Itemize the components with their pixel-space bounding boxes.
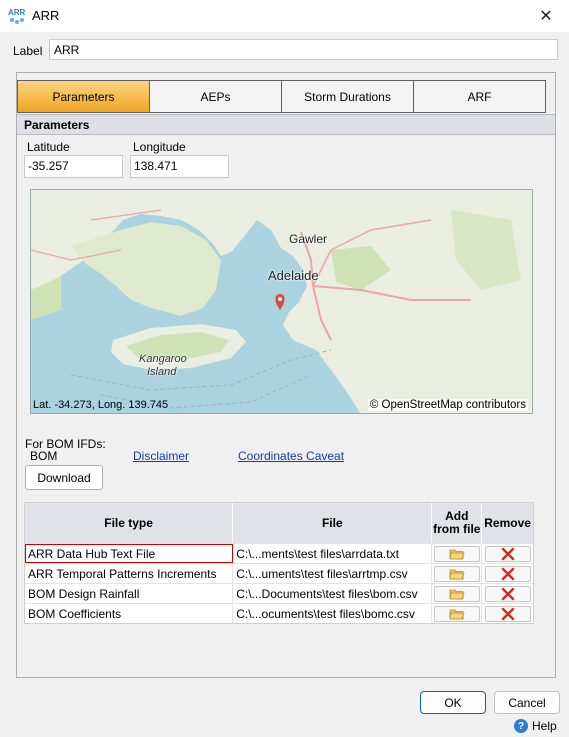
latitude-input[interactable]: -35.257 [24, 155, 123, 178]
header-add-from-file[interactable]: Add from file [432, 503, 483, 543]
folder-open-icon [449, 589, 465, 599]
table-row[interactable]: ARR Data Hub Text File C:\...ments\test … [25, 543, 533, 563]
red-x-icon [501, 567, 514, 580]
add-from-file-button[interactable] [433, 585, 480, 602]
map-cursor-readout: Lat. -34.273, Long. 139.745 [33, 399, 169, 411]
close-icon: ✕ [539, 8, 553, 25]
table-header: File type File Add from file Remove [25, 503, 533, 543]
map-label-adelaide: Adelaide [268, 268, 319, 283]
add-from-file-button[interactable] [433, 565, 480, 582]
location-map[interactable]: Gawler Adelaide Kangaroo Island Lat. -34… [30, 189, 533, 414]
folder-open-icon [449, 549, 465, 559]
file-path-cell[interactable]: C:\...Documents\test files\bom.csv [233, 584, 433, 603]
cancel-button[interactable]: Cancel [494, 691, 560, 714]
map-label-kangaroo: Kangaroo [139, 353, 187, 365]
add-from-file-button[interactable] [433, 605, 480, 622]
label-caption: Label [13, 44, 43, 58]
folder-open-icon [449, 609, 465, 619]
remove-button[interactable] [484, 545, 531, 562]
map-graphic [31, 190, 532, 413]
file-path-cell[interactable]: C:\...ocuments\test files\bomc.csv [233, 604, 433, 623]
remove-button[interactable] [484, 565, 531, 582]
label-input[interactable] [49, 39, 558, 60]
help-label: Help [532, 719, 557, 733]
download-button[interactable]: Download [25, 465, 103, 490]
section-header: Parameters [17, 114, 555, 135]
header-file[interactable]: File [233, 503, 433, 543]
coordinates-caveat-link[interactable]: Coordinates Caveat [238, 449, 344, 463]
file-type-cell[interactable]: ARR Data Hub Text File [25, 544, 234, 563]
file-type-cell[interactable]: BOM Design Rainfall [25, 584, 234, 603]
table-row[interactable]: BOM Design Rainfall C:\...Documents\test… [25, 583, 533, 603]
map-attribution[interactable]: © OpenStreetMap contributors [367, 399, 528, 411]
map-label-island: Island [147, 366, 177, 378]
window-title: ARR [32, 8, 60, 23]
tab-parameters[interactable]: Parameters [18, 81, 150, 112]
remove-button[interactable] [484, 605, 531, 622]
help-icon: ? [514, 719, 528, 733]
file-table: File type File Add from file Remove ARR … [24, 502, 534, 624]
help-button[interactable]: ? Help [514, 719, 557, 733]
bom-source: BOM [30, 449, 58, 463]
ok-button[interactable]: OK [420, 691, 486, 714]
longitude-caption: Longitude [133, 140, 186, 154]
tab-arf[interactable]: ARF [414, 81, 545, 112]
folder-open-icon [449, 569, 465, 579]
table-row[interactable]: BOM Coefficients C:\...ocuments\test fil… [25, 603, 533, 623]
map-label-gawler: Gawler [289, 232, 328, 246]
svg-text:ARR: ARR [8, 8, 26, 17]
header-remove[interactable]: Remove [482, 503, 533, 543]
red-x-icon [501, 587, 514, 600]
remove-button[interactable] [484, 585, 531, 602]
header-file-type[interactable]: File type [25, 503, 234, 543]
tab-bar: Parameters AEPs Storm Durations ARF [17, 80, 546, 113]
tab-storm-durations[interactable]: Storm Durations [282, 81, 414, 112]
longitude-input[interactable]: 138.471 [130, 155, 229, 178]
file-path-cell[interactable]: C:\...ments\test files\arrdata.txt [233, 544, 433, 563]
file-type-cell[interactable]: ARR Temporal Patterns Increments [25, 564, 234, 583]
file-path-cell[interactable]: C:\...uments\test files\arrtmp.csv [233, 564, 433, 583]
add-from-file-button[interactable] [433, 545, 480, 562]
file-type-cell[interactable]: BOM Coefficients [25, 604, 234, 623]
table-row[interactable]: ARR Temporal Patterns Increments C:\...u… [25, 563, 533, 583]
red-x-icon [501, 607, 514, 620]
title-bar: ARR ARR ✕ [0, 0, 569, 32]
tab-aeps[interactable]: AEPs [150, 81, 282, 112]
red-x-icon [501, 547, 514, 560]
arr-app-icon: ARR [8, 6, 26, 26]
disclaimer-link[interactable]: Disclaimer [133, 449, 189, 463]
close-button[interactable]: ✕ [523, 0, 569, 32]
latitude-caption: Latitude [27, 140, 70, 154]
